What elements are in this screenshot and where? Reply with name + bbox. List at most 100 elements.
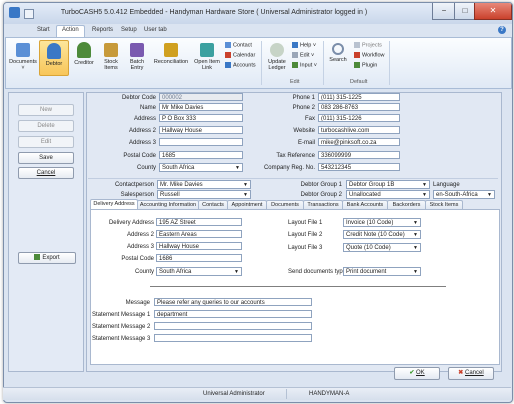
cancel-dialog-button[interactable]: ✖ Cancel <box>448 367 494 380</box>
chevron-down-icon: ▼ <box>413 232 418 238</box>
statement-message1-label: Statement Message 1 <box>92 312 151 318</box>
address3-field[interactable] <box>159 138 243 146</box>
phone1-label: Phone 1 <box>292 95 315 101</box>
help-icon <box>292 42 298 48</box>
message-label: Message <box>125 300 150 306</box>
chevron-down-icon: ▼ <box>413 269 418 275</box>
address3-label: Address 3 <box>128 140 156 146</box>
layout-file3-combo[interactable]: Quote (10 Code) ▼ <box>343 243 421 252</box>
reconciliation-button[interactable]: Reconciliation <box>151 40 191 65</box>
batch-entry-button[interactable]: Batch Entry <box>125 40 149 71</box>
export-button[interactable]: Export <box>18 252 76 264</box>
layout-file3-label: Layout File 3 <box>288 245 323 251</box>
minimize-button[interactable]: − <box>432 3 456 20</box>
tab-start[interactable]: Start <box>37 27 50 33</box>
statement-message3-field[interactable] <box>154 334 312 342</box>
contactperson-combo[interactable]: Mr. Mike Davies ▼ <box>157 180 251 189</box>
cancel-button[interactable]: Cancel <box>18 167 74 179</box>
delivery-address2-field[interactable]: Eastern Areas <box>156 230 242 238</box>
edit-menu-button[interactable]: Edit ˅ <box>292 52 314 58</box>
chevron-down-icon: ▼ <box>422 182 427 188</box>
debtor-code-field[interactable]: 000002 <box>159 93 243 101</box>
ribbon-separator <box>389 41 390 85</box>
name-field[interactable]: Mr Mike Davies <box>159 103 243 111</box>
documents-button[interactable]: Documents ˅ <box>8 40 38 71</box>
creditor-icon <box>77 42 91 58</box>
open-item-link-button[interactable]: Open Item Link <box>192 40 222 71</box>
debtor-button[interactable]: Debtor <box>39 40 69 76</box>
company-reg-label: Company Reg. No. <box>263 165 315 171</box>
accounts-button[interactable]: Accounts <box>225 62 256 68</box>
country-combo[interactable]: South Africa ▼ <box>159 163 243 172</box>
chevron-down-icon: ▼ <box>234 269 239 275</box>
group-label-default: Default <box>350 79 368 85</box>
phone2-field[interactable]: 083 286-8763 <box>318 103 400 111</box>
creditor-button[interactable]: Creditor <box>70 40 98 66</box>
address2-field[interactable]: Hallway House <box>159 126 243 134</box>
company-reg-field[interactable]: 543212345 <box>318 163 400 171</box>
send-documents-combo[interactable]: Print document ▼ <box>343 267 421 276</box>
maximize-button[interactable]: □ <box>454 3 476 20</box>
tax-reference-label: Tax Reference <box>276 153 315 159</box>
accounts-icon <box>225 62 231 68</box>
email-field[interactable]: mike@pinksoft.co.za <box>318 138 400 146</box>
documents-icon <box>16 43 30 57</box>
search-button[interactable]: Search <box>326 40 350 63</box>
salesperson-combo[interactable]: Russell ▼ <box>157 190 251 199</box>
statement-message1-field[interactable]: department <box>154 310 312 318</box>
tax-reference-field[interactable]: 336099999 <box>318 151 400 159</box>
tab-user[interactable]: User tab <box>144 27 167 33</box>
close-button[interactable]: ✕ <box>474 3 512 20</box>
debtor-group1-label: Debtor Group 1 <box>300 182 342 188</box>
website-field[interactable]: turbocashlive.com <box>318 126 400 134</box>
delivery-country-combo[interactable]: South Africa ▼ <box>156 267 242 276</box>
delivery-address-field[interactable]: 195 AZ Street <box>156 218 242 226</box>
debtor-group2-combo[interactable]: Unallocated ▼ <box>346 190 430 199</box>
stock-icon <box>104 43 118 57</box>
statement-message2-field[interactable] <box>154 322 312 330</box>
debtor-group1-combo[interactable]: Debtor Group 1B ▼ <box>346 180 430 189</box>
delivery-address2-label: Address 2 <box>126 232 154 238</box>
new-button[interactable]: New <box>18 104 74 116</box>
phone1-field[interactable]: (011) 315-1225 <box>318 93 400 101</box>
projects-button[interactable]: Projects <box>354 42 382 48</box>
ok-button[interactable]: ✔ OK <box>394 367 440 380</box>
tab-reports[interactable]: Reports <box>92 27 113 33</box>
layout-file1-combo[interactable]: Invoice (10 Code) ▼ <box>343 218 421 227</box>
calendar-button[interactable]: Calendar <box>225 52 255 58</box>
stock-items-button[interactable]: Stock Items <box>99 40 123 71</box>
help-menu-button[interactable]: Help ˅ <box>292 42 316 48</box>
postal-code-label: Postal Code <box>123 153 156 159</box>
layout-file2-combo[interactable]: Credit Note (10 Code) ▼ <box>343 230 421 239</box>
workflow-button[interactable]: Workflow <box>354 52 385 58</box>
ribbon-separator <box>323 41 324 85</box>
delivery-address3-field[interactable]: Hallway House <box>156 242 242 250</box>
message-field[interactable]: Please refer any queries to our accounts <box>154 298 312 306</box>
input-menu-button[interactable]: Input ˅ <box>292 62 317 68</box>
name-label: Name <box>139 105 156 111</box>
tab-setup[interactable]: Setup <box>121 27 137 33</box>
chevron-down-icon: ▼ <box>243 182 248 188</box>
plugin-button[interactable]: Plugin <box>354 62 377 68</box>
edit-icon <box>292 52 298 58</box>
contact-button[interactable]: Contact <box>225 42 252 48</box>
save-button[interactable]: Save <box>18 152 74 164</box>
chevron-down-icon: ▼ <box>413 245 418 251</box>
delivery-country-label: County <box>134 269 154 275</box>
delivery-postal-field[interactable]: 1686 <box>156 254 242 262</box>
language-combo[interactable]: en-South-Africa ▼ <box>433 190 495 199</box>
postal-code-field[interactable]: 1685 <box>159 151 243 159</box>
address-label: Address <box>133 116 156 122</box>
update-ledger-button[interactable]: Update Ledger <box>264 40 290 71</box>
checkmark-icon: ✔ <box>409 370 415 376</box>
divider <box>150 286 446 287</box>
address-field[interactable]: P O Box 333 <box>159 114 243 122</box>
fax-label: Fax <box>304 116 315 122</box>
delete-button[interactable]: Delete <box>18 120 74 132</box>
edit-button[interactable]: Edit <box>18 136 74 148</box>
fax-field[interactable]: (011) 315-1226 <box>318 114 400 122</box>
country-label: County <box>136 165 156 171</box>
debtor-code-label: Debtor Code <box>121 95 156 101</box>
search-icon <box>332 43 344 55</box>
help-icon[interactable]: ? <box>498 26 506 34</box>
